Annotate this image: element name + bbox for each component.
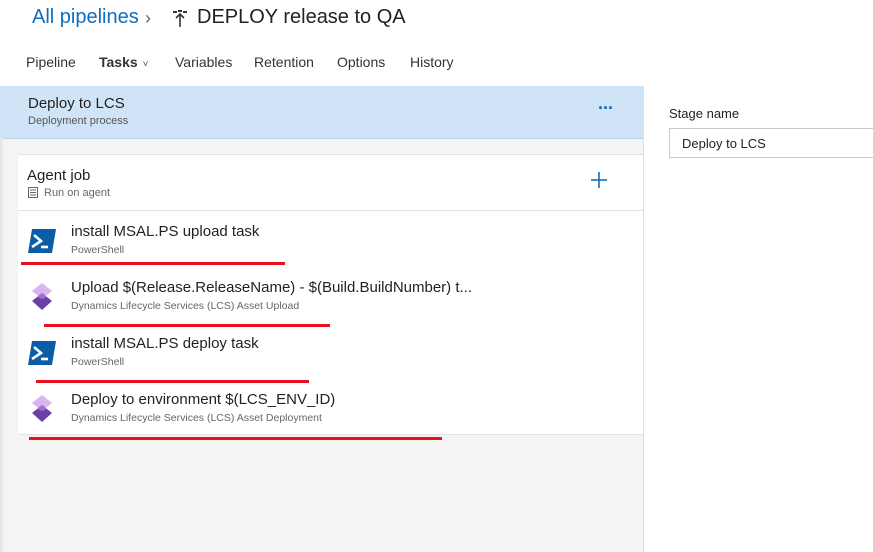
page-title: DEPLOY release to QA (197, 6, 406, 28)
task-subtitle: Dynamics Lifecycle Services (LCS) Asset … (71, 412, 322, 424)
task-subtitle: PowerShell (71, 244, 125, 256)
stage-subtitle: Deployment process (28, 115, 129, 127)
tab-history[interactable]: History (410, 54, 454, 70)
stage-header[interactable]: Deploy to LCS Deployment process ··· (0, 86, 643, 139)
task-title: install MSAL.PS upload task (71, 223, 260, 240)
task-item[interactable]: install MSAL.PS upload task PowerShell (18, 211, 643, 267)
annotation-underline (36, 380, 309, 383)
panel-edge (0, 138, 3, 552)
agent-job-section: Agent job Run on agent install MSAL.PS u… (18, 154, 643, 435)
agent-job-title: Agent job (27, 167, 91, 184)
stage-properties-panel: Stage name (644, 86, 873, 552)
tab-options[interactable]: Options (337, 54, 385, 70)
chevron-down-icon: ˅ (142, 59, 149, 70)
annotation-underline (44, 324, 330, 327)
page-header: All pipelines › DEPLOY release to QA (0, 0, 873, 40)
stage-name-input[interactable] (669, 128, 873, 158)
server-icon (28, 187, 38, 198)
release-pipeline-editor: All pipelines › DEPLOY release to QA Pip… (0, 0, 873, 552)
tab-bar: Pipeline Tasks ˅ Variables Retention Opti… (0, 44, 873, 84)
agent-job-row[interactable]: Agent job Run on agent (18, 155, 643, 211)
tab-variables[interactable]: Variables (175, 54, 232, 70)
powershell-icon (28, 341, 56, 365)
task-title: Deploy to environment $(LCS_ENV_ID) (71, 391, 336, 408)
task-subtitle: PowerShell (71, 356, 125, 368)
stage-name-label: Stage name (669, 106, 740, 121)
tab-retention[interactable]: Retention (254, 54, 314, 70)
task-title: Upload $(Release.ReleaseName) - $(Build.… (71, 279, 473, 296)
task-item[interactable]: Deploy to environment $(LCS_ENV_ID) Dyna… (18, 379, 643, 435)
release-pipeline-icon (173, 10, 187, 27)
task-list-panel: Deploy to LCS Deployment process ··· Age… (0, 86, 644, 552)
task-subtitle: Dynamics Lifecycle Services (LCS) Asset … (71, 300, 300, 312)
tab-tasks[interactable]: Tasks ˅ (99, 54, 149, 70)
tab-tasks-label: Tasks (99, 54, 138, 70)
stage-name: Deploy to LCS (28, 95, 125, 112)
add-task-icon[interactable] (588, 169, 610, 191)
task-item[interactable]: install MSAL.PS deploy task PowerShell (18, 323, 643, 379)
lcs-icon (32, 395, 52, 422)
chevron-right-icon: › (145, 8, 151, 28)
tab-pipeline[interactable]: Pipeline (26, 54, 76, 70)
more-options-icon[interactable]: ··· (598, 98, 614, 119)
lcs-icon (32, 283, 52, 310)
agent-job-subtitle: Run on agent (44, 187, 111, 199)
annotation-underline (29, 437, 442, 440)
task-item[interactable]: Upload $(Release.ReleaseName) - $(Build.… (18, 267, 643, 323)
task-title: install MSAL.PS deploy task (71, 335, 259, 352)
breadcrumb-all-pipelines[interactable]: All pipelines (32, 6, 139, 29)
annotation-underline (21, 262, 285, 265)
powershell-icon (28, 229, 56, 253)
